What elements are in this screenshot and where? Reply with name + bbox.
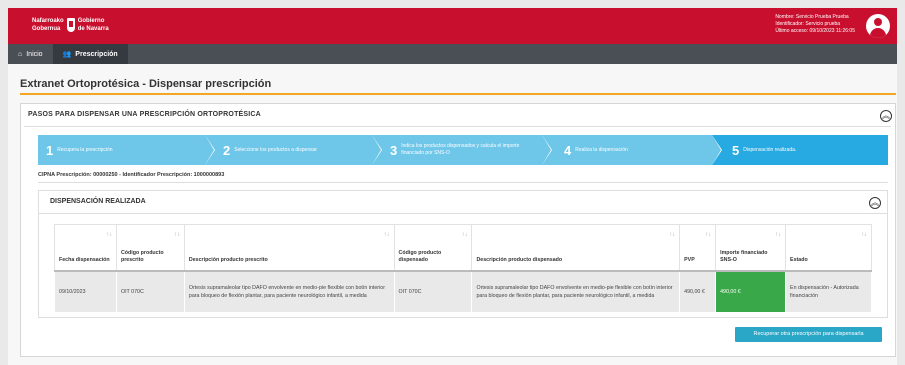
step-5[interactable]: 5 Dispensación realizada.	[712, 135, 888, 165]
col-status[interactable]: Estado ↑↓	[785, 224, 872, 272]
col-financed-label: Importe financiado SNS-O	[720, 249, 768, 263]
col-date-label: Fecha dispensación	[59, 256, 110, 263]
sort-icon[interactable]: ↑↓	[384, 232, 390, 239]
sort-icon[interactable]: ↑↓	[106, 232, 112, 239]
dispensation-table: Fecha dispensación ↑↓ Código producto pre…	[54, 224, 872, 313]
step-3-label: Indica los productos dispensados y calcu…	[401, 143, 520, 156]
col-desc-dispensed[interactable]: Descripción producto dispensado ↑↓	[471, 224, 681, 272]
sort-icon[interactable]: ↑↓	[705, 232, 711, 239]
top-header: Nafarroako Gobernua Gobierno de Navarra …	[8, 8, 897, 44]
nav-bar: ⌂ Inicio 👥 Prescripción	[8, 44, 897, 64]
home-icon: ⌂	[18, 50, 23, 58]
sort-icon[interactable]: ↑↓	[174, 232, 180, 239]
step-1-number: 1	[46, 142, 54, 158]
user-identifier: Identificador: Servicio prueba	[775, 21, 841, 27]
dispensation-header: DISPENSACIÓN REALIZADA	[50, 198, 146, 205]
step-4-label: Realiza la dispensación	[575, 146, 628, 153]
cell-pvp: 490,00 €	[679, 270, 717, 313]
cell-desc-dispensed: Ortesis supramaleolar tipo DAFO envolven…	[471, 270, 681, 313]
logo-text-1: Nafarroako	[32, 18, 64, 24]
step-4[interactable]: 4 Realiza la dispensación	[542, 135, 722, 165]
last-access: Último acceso: 09/10/2023 11:26:05	[775, 28, 855, 34]
step-3-number: 3	[390, 142, 398, 158]
step-2-label: Seleccione los productos a dispensar	[234, 146, 318, 153]
page-title: Extranet Ortoprotésica - Dispensar presc…	[20, 78, 272, 90]
logo-text-1b: Gobierno	[77, 18, 105, 24]
step-5-number: 5	[732, 142, 740, 158]
cell-code-prescribed: OIT 070C	[115, 270, 185, 313]
cell-code-dispensed: OIT 070C	[393, 270, 473, 313]
cell-desc-prescribed: Ortesis supramaleolar tipo DAFO envolven…	[183, 270, 395, 313]
steps-wizard: 1 Recupera la prescripción 2 Seleccione …	[38, 135, 888, 165]
step-1[interactable]: 1 Recupera la prescripción	[38, 135, 215, 165]
shield-icon	[66, 18, 75, 32]
logo-text-2: Gobernua	[32, 26, 61, 32]
col-financed[interactable]: Importe financiado SNS-O ↑↓	[715, 224, 787, 272]
users-icon: 👥	[62, 51, 72, 58]
nav-prescription-label: Prescripción	[75, 50, 118, 58]
chevron-double-up-icon[interactable]: ︽	[880, 110, 892, 122]
col-code-prescribed-label: Código producto prescrito	[120, 249, 164, 263]
col-code-dispensed[interactable]: Código producto dispensado ↑↓	[393, 224, 473, 272]
step-2[interactable]: 2 Seleccione los productos a dispensar	[205, 135, 382, 165]
step-2-number: 2	[223, 142, 231, 158]
col-pvp-label: PVP	[684, 256, 695, 263]
chevron-double-up-icon[interactable]: ︽	[869, 197, 881, 209]
step-5-label: Dispensación realizada.	[743, 146, 797, 153]
logo-text-2b: de Navarra	[77, 26, 109, 32]
sort-icon[interactable]: ↑↓	[461, 232, 467, 239]
user-avatar-icon[interactable]	[866, 14, 890, 38]
steps-panel-header: PASOS PARA DISPENSAR UNA PRESCRIPCIÓN OR…	[28, 111, 261, 118]
col-status-label: Estado	[790, 256, 808, 263]
step-4-number: 4	[564, 142, 572, 158]
user-info: Nombre: Servicio Prueba Prueba Identific…	[775, 14, 855, 35]
panel-divider	[24, 126, 891, 127]
logo[interactable]: Nafarroako Gobernua Gobierno de Navarra	[32, 17, 109, 33]
col-code-dispensed-label: Código producto dispensado	[398, 249, 442, 263]
sort-icon[interactable]: ↑↓	[775, 232, 781, 239]
user-name: Nombre: Servicio Prueba Prueba	[775, 14, 849, 20]
cipna-info: CIPNA Prescripción: 00000250 - Identific…	[38, 172, 888, 183]
sort-icon[interactable]: ↑↓	[669, 232, 675, 239]
cell-date: 09/10/2023	[54, 270, 117, 313]
col-code-prescribed[interactable]: Código producto prescrito ↑↓	[115, 224, 185, 272]
nav-home-label: Inicio	[26, 50, 43, 58]
cell-financed: 490,00 €	[715, 270, 787, 313]
nav-home[interactable]: ⌂ Inicio	[8, 44, 53, 64]
col-desc-dispensed-label: Descripción producto dispensado	[476, 256, 563, 263]
col-desc-prescribed-label: Descripción producto prescrito	[188, 256, 268, 263]
nav-prescription[interactable]: 👥 Prescripción	[52, 44, 128, 64]
col-date[interactable]: Fecha dispensación ↑↓	[54, 224, 117, 272]
sort-icon[interactable]: ↑↓	[861, 232, 867, 239]
col-desc-prescribed[interactable]: Descripción producto prescrito ↑↓	[183, 224, 395, 272]
step-3[interactable]: 3 Indica los productos dispensados y cal…	[372, 135, 552, 165]
title-divider	[20, 93, 896, 95]
cell-status: En dispensación - Autorizada financiació…	[785, 270, 872, 313]
recover-prescription-button[interactable]: Recuperar otra prescripción para dispens…	[735, 327, 882, 342]
dispensation-divider	[39, 213, 887, 214]
table-row[interactable]: 09/10/2023 OIT 070C Ortesis supramaleola…	[54, 270, 872, 313]
col-pvp[interactable]: PVP ↑↓	[679, 224, 717, 272]
step-1-label: Recupera la prescripción	[57, 146, 113, 153]
